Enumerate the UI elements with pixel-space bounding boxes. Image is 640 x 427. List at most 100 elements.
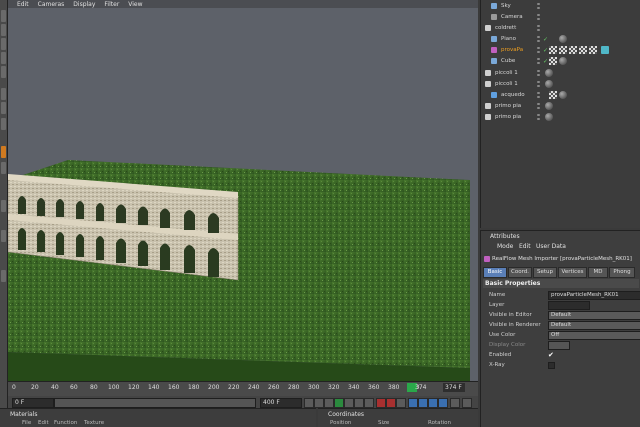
visibility-dots-icon[interactable] [537, 3, 540, 9]
texture-tag-icon[interactable] [549, 57, 557, 65]
texture-tag-icon[interactable] [559, 46, 567, 54]
name-field[interactable]: provaParticleMesh_RK01 [548, 291, 640, 300]
visible-in-renderer-dropdown[interactable]: Default [548, 321, 640, 330]
tool-button-active[interactable] [1, 146, 6, 158]
tool-button-4[interactable] [1, 52, 6, 64]
texture-tag-icon[interactable] [589, 46, 597, 54]
object-row[interactable]: Cube ✓ [481, 56, 640, 67]
tool-button-7[interactable] [1, 102, 6, 114]
tool-button-8[interactable] [1, 118, 6, 130]
enabled-checkbox[interactable]: ✔ [548, 351, 554, 359]
attributes-menu-mode[interactable]: Mode [497, 243, 513, 250]
prev-frame-button[interactable] [324, 398, 334, 408]
goto-end-button[interactable] [364, 398, 374, 408]
play-button[interactable] [334, 398, 344, 408]
material-tag-icon[interactable] [545, 80, 553, 88]
attributes-menu-edit[interactable]: Edit [519, 243, 531, 250]
visibility-dots-icon[interactable] [537, 81, 540, 87]
tool-button-10[interactable] [1, 200, 6, 212]
key-position-button[interactable] [408, 398, 418, 408]
3d-viewport[interactable]: Edit Cameras Display Filter View [8, 0, 478, 381]
visibility-dots-icon[interactable] [537, 25, 540, 31]
goto-start-button[interactable] [304, 398, 314, 408]
viewport-menu-filter[interactable]: Filter [104, 1, 119, 8]
tool-button-6[interactable] [1, 88, 6, 100]
start-frame-field[interactable]: 0 F [12, 398, 54, 408]
materials-menu-function[interactable]: Function [54, 420, 77, 426]
key-param-button[interactable] [438, 398, 448, 408]
material-tag-icon[interactable] [559, 35, 567, 43]
tool-button-3[interactable] [1, 38, 6, 50]
tool-button-1[interactable] [1, 10, 6, 22]
record-button[interactable] [376, 398, 386, 408]
material-tag-icon[interactable] [559, 57, 567, 65]
tool-button-2[interactable] [1, 24, 6, 36]
materials-menu-texture[interactable]: Texture [84, 420, 104, 426]
object-row[interactable]: Sky [481, 1, 640, 12]
visibility-dots-icon[interactable] [537, 103, 540, 109]
attributes-menu-user-data[interactable]: User Data [536, 243, 566, 250]
key-rotation-button[interactable] [428, 398, 438, 408]
viewport-menu-display[interactable]: Display [73, 1, 95, 8]
object-row[interactable]: coldrett [481, 23, 640, 34]
tab-md[interactable]: MD [588, 267, 608, 278]
tool-button-5[interactable] [1, 66, 6, 78]
visible-in-editor-dropdown[interactable]: Default [548, 311, 640, 320]
current-frame-field[interactable]: 374 F [443, 383, 465, 392]
tab-phong[interactable]: Phong [609, 267, 635, 278]
tab-coord[interactable]: Coord. [508, 267, 532, 278]
enabled-check-icon[interactable]: ✓ [543, 58, 548, 65]
viewport-menu-view[interactable]: View [128, 1, 142, 8]
prev-key-button[interactable] [314, 398, 324, 408]
texture-tag-icon[interactable] [549, 46, 557, 54]
visibility-dots-icon[interactable] [537, 92, 540, 98]
timeline-options-button[interactable] [462, 398, 472, 408]
material-tag-icon[interactable] [545, 113, 553, 121]
texture-tag-icon[interactable] [549, 91, 557, 99]
use-color-dropdown[interactable]: Off [548, 331, 640, 340]
object-row-selected[interactable]: provaPa ✓ [481, 45, 640, 56]
viewport-menu-edit[interactable]: Edit [17, 1, 29, 8]
end-frame-field[interactable]: 400 F [260, 398, 302, 408]
key-scale-button[interactable] [418, 398, 428, 408]
texture-tag-icon[interactable] [579, 46, 587, 54]
visibility-dots-icon[interactable] [537, 58, 540, 64]
tab-basic[interactable]: Basic [483, 267, 507, 278]
visibility-dots-icon[interactable] [537, 47, 540, 53]
object-row[interactable]: Camera [481, 12, 640, 23]
next-frame-button[interactable] [344, 398, 354, 408]
key-pla-button[interactable] [450, 398, 460, 408]
visibility-dots-icon[interactable] [537, 36, 540, 42]
object-row[interactable]: primo pia [481, 112, 640, 123]
object-row[interactable]: primo pia [481, 101, 640, 112]
visibility-dots-icon[interactable] [537, 114, 540, 120]
timeline-ruler[interactable]: 0 20 40 60 80 100 120 140 160 180 200 22… [8, 381, 478, 396]
materials-menu-edit[interactable]: Edit [38, 420, 49, 426]
tab-setup[interactable]: Setup [533, 267, 557, 278]
display-color-swatch[interactable] [548, 341, 570, 350]
keyframe-button[interactable] [396, 398, 406, 408]
object-row[interactable]: piccoli 1 [481, 68, 640, 79]
enabled-check-icon[interactable]: ✓ [543, 36, 548, 43]
object-row[interactable]: acquedo [481, 90, 640, 101]
tab-vertices[interactable]: Vertices [558, 267, 587, 278]
material-tag-icon[interactable] [545, 69, 553, 77]
xray-checkbox[interactable] [548, 362, 555, 369]
object-row[interactable]: piccoli 1 [481, 79, 640, 90]
visibility-dots-icon[interactable] [537, 14, 540, 20]
range-slider[interactable] [54, 398, 256, 408]
enabled-check-icon[interactable]: ✓ [543, 47, 548, 54]
material-tag-icon[interactable] [545, 102, 553, 110]
layer-field[interactable] [548, 301, 590, 310]
texture-tag-icon[interactable] [569, 46, 577, 54]
viewport-menu-cameras[interactable]: Cameras [38, 1, 65, 8]
materials-menu-file[interactable]: File [22, 420, 31, 426]
autokey-button[interactable] [386, 398, 396, 408]
visibility-dots-icon[interactable] [537, 70, 540, 76]
object-row[interactable]: Piano ✓ [481, 34, 640, 45]
expression-tag-icon[interactable] [601, 46, 609, 54]
next-key-button[interactable] [354, 398, 364, 408]
tool-button-9[interactable] [1, 162, 6, 174]
tool-button-11[interactable] [1, 230, 6, 242]
tool-button-12[interactable] [1, 270, 6, 282]
